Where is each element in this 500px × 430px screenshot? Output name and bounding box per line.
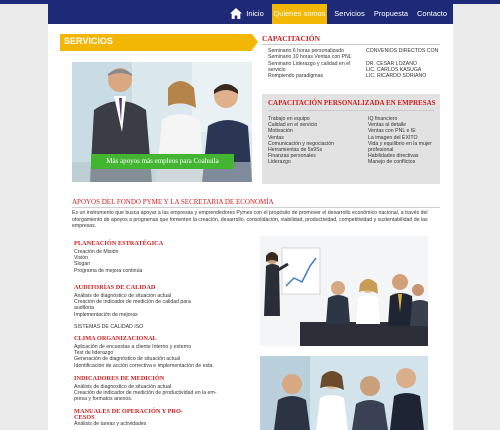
servicios-banner: SERVICIOS [60,34,258,51]
personalizada-col1: Trabajo en equipo Calidad en el servicio… [268,116,358,166]
personalizada-panel: CAPACITACIÓN PERSONALIZADA EN EMPRESAS T… [262,94,440,184]
nav-contacto[interactable]: Contacto [414,4,450,24]
section-title: PLANEACIÓN ESTRATÉGICA [74,240,164,247]
capacitacion-list: Seminario 6 horas personalizado Seminari… [268,48,372,79]
list-item: CONVENIOS DIRECTOS CON [366,48,439,54]
section-title: MANUALES DE OPERACIÓN Y PRO- [74,408,184,415]
page-container: Inicio Quienes somos Servicios Propuesta… [48,4,453,430]
nav-quienes-somos[interactable]: Quienes somos [272,4,327,24]
banner-arrow [252,34,258,50]
divider [268,110,434,111]
list-item: LIC. RICARDO SORIANO [366,73,427,80]
home-icon[interactable] [230,8,242,19]
list-item: Programa de mejora continúa [74,267,143,274]
list-item: Identificación de acción correctiva e im… [74,362,214,369]
personalizada-title: CAPACITACIÓN PERSONALIZADA EN EMPRESAS [268,99,436,107]
convenios-list: CONVENIOS DIRECTOS CON DR. CESAR LOZANO … [366,48,446,79]
section-auditorias: AUDITORÍAS DE CALIDAD Análisis de diagnó… [74,284,224,330]
list-item: SISTEMAS DE CALIDAD ISO [74,324,144,331]
servicios-title: SERVICIOS [64,36,113,46]
nav-servicios[interactable]: Servicios [331,4,368,24]
list-item: Rompiendo paradigmas [268,73,324,80]
section-title: AUDITORÍAS DE CALIDAD [74,284,156,291]
divider [262,44,440,45]
nav-propuesta[interactable]: Propuesta [372,4,410,24]
capacitacion-title: CAPACITACIÓN [262,34,321,43]
section-clima: CLIMA ORGANIZACIONAL Aplicación de encue… [74,335,224,369]
section-planeacion: PLANEACIÓN ESTRATÉGICA Creación de Misió… [74,240,224,274]
team-photo [260,356,428,430]
personalizada-col2: IQ financiero Ventas al detalle Ventas c… [368,116,438,166]
list-item: Análisis de tareas y actividades [74,421,147,428]
apoyos-paragraph: Es un instrumento que busca apoyar a las… [72,210,428,229]
section-indicadores: INDICADORES DE MEDICIÓN Análisis de diag… [74,375,224,403]
section-title: INDICADORES DE MEDICIÓN [74,375,165,382]
business-meeting-photo: Más apoyos más empleos para Coahuila [72,62,252,182]
list-item: Liderazgo [268,159,291,166]
main-nav: Inicio Quienes somos Servicios Propuesta… [48,4,453,24]
divider [72,207,440,208]
presentation-photo [260,236,428,346]
list-item: presa y formatos anexos. [74,396,133,403]
list-item: Manejo de conflictos [368,159,416,166]
apoyos-title: APOYOS DEL FONDO PYME Y LA SECRETARIA DE… [72,198,274,206]
section-title: CLIMA ORGANIZACIONAL [74,335,157,342]
photo-caption: Más apoyos más empleos para Coahuila [91,154,234,169]
section-manuales: MANUALES DE OPERACIÓN Y PRO- CESOS Análi… [74,408,224,427]
nav-inicio[interactable]: Inicio [242,4,268,24]
